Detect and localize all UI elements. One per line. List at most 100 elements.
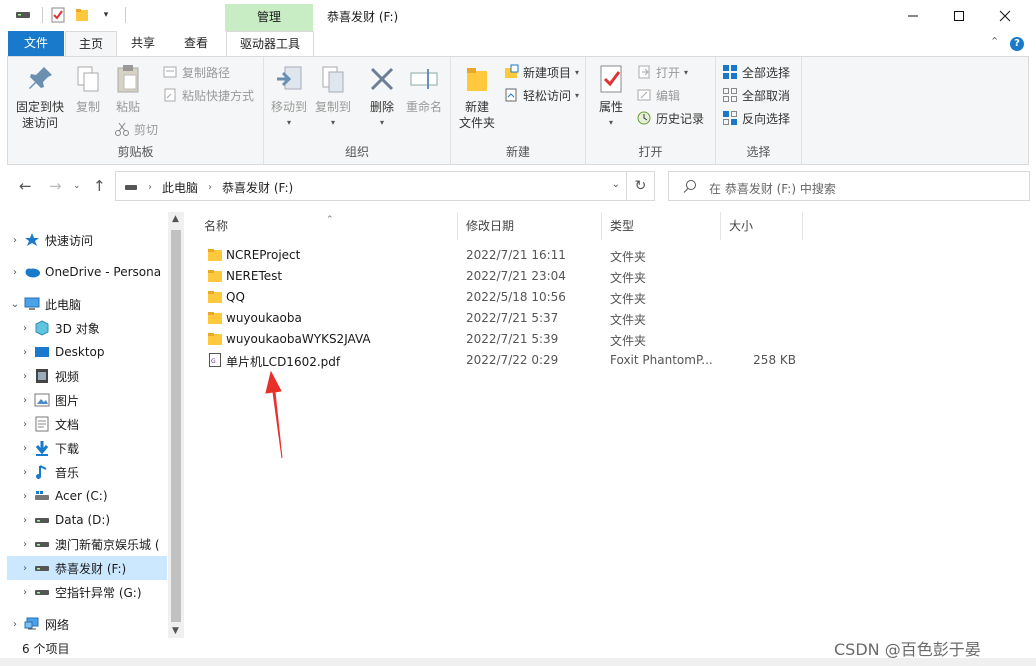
column-header-name[interactable]: ⌃ 名称 [196, 212, 458, 240]
chevron-right-icon[interactable]: › [148, 182, 152, 193]
delete-button[interactable]: 删除 ▾ [364, 63, 400, 131]
copy-path-button[interactable]: 复制路径 [162, 61, 230, 83]
drive-icon[interactable] [14, 6, 32, 24]
folder-icon [208, 333, 222, 345]
recent-locations-icon[interactable]: ⌄ [73, 181, 81, 191]
customize-dropdown-icon[interactable]: ▾ [97, 6, 115, 24]
file-row[interactable]: wuyoukaoba 2022/7/21 5:37 文件夹 [204, 308, 804, 329]
expand-chevron-icon[interactable]: › [17, 563, 33, 574]
scroll-up-icon[interactable]: ▲ [172, 214, 179, 224]
chevron-right-icon[interactable]: › [208, 182, 212, 193]
nav-label: 音乐 [55, 465, 80, 480]
edit-button[interactable]: 编辑 [636, 84, 680, 106]
search-box[interactable]: 在 恭喜发财 (F:) 中搜索 [668, 171, 1030, 201]
paste-shortcut-button[interactable]: 粘贴快捷方式 [162, 84, 254, 106]
refresh-button[interactable]: ↻ [627, 171, 655, 201]
select-all-button[interactable]: 全部选择 [722, 61, 790, 83]
nav-item-music[interactable]: › 音乐 [7, 460, 167, 484]
properties-check-icon[interactable] [49, 6, 67, 24]
scrollbar-thumb[interactable] [171, 230, 181, 622]
tab-share[interactable]: 共享 [118, 31, 168, 56]
collapse-chevron-icon[interactable]: ⌄ [7, 299, 23, 310]
invert-selection-button[interactable]: 反向选择 [722, 107, 790, 129]
nav-item-drive-d[interactable]: › Data (D:) [7, 508, 167, 532]
forward-arrow-icon[interactable]: → [49, 177, 62, 195]
select-none-button[interactable]: 全部取消 [722, 84, 790, 106]
nav-item-drive-e[interactable]: › 澳门新葡京娱乐城 ( [7, 532, 167, 556]
expand-chevron-icon[interactable]: › [7, 267, 23, 278]
cut-button[interactable]: 剪切 [114, 118, 158, 140]
file-row[interactable]: G 单片机LCD1602.pdf 2022/7/22 0:29 Foxit Ph… [204, 350, 804, 371]
expand-chevron-icon[interactable]: › [17, 323, 33, 334]
expand-chevron-icon[interactable]: › [17, 539, 33, 550]
new-folder-icon[interactable] [73, 6, 91, 24]
history-button[interactable]: 历史记录 [636, 107, 704, 129]
collapse-ribbon-icon[interactable]: ⌃ [990, 35, 999, 48]
address-dropdown-icon[interactable]: ⌄ [612, 179, 620, 190]
maximize-button[interactable] [936, 0, 982, 31]
up-arrow-icon[interactable]: ↑ [93, 177, 106, 195]
open-icon [636, 64, 652, 80]
toolbar-divider [42, 7, 43, 23]
tab-drive-tools[interactable]: 驱动器工具 [226, 31, 314, 56]
column-header-type[interactable]: 类型 [602, 212, 721, 240]
scroll-down-icon[interactable]: ▼ [172, 626, 179, 636]
nav-item-documents[interactable]: › 文档 [7, 412, 167, 436]
breadcrumb-this-pc[interactable]: 此电脑 [162, 179, 198, 196]
window-title: 恭喜发财 (F:) [327, 10, 399, 24]
tab-home[interactable]: 主页 [65, 31, 117, 57]
new-folder-button[interactable]: 新建 文件夹 [455, 63, 499, 131]
expand-chevron-icon[interactable]: › [17, 395, 33, 406]
nav-item-network[interactable]: › 网络 [7, 612, 167, 636]
close-button[interactable] [982, 0, 1028, 31]
pin-quick-access-button[interactable]: 固定到快 速访问 [12, 63, 68, 131]
nav-item-drive-f[interactable]: › 恭喜发财 (F:) [7, 556, 167, 580]
nav-item-pictures[interactable]: › 图片 [7, 388, 167, 412]
open-button[interactable]: 打开 ▾ [636, 61, 688, 83]
file-row[interactable]: QQ 2022/5/18 10:56 文件夹 [204, 287, 804, 308]
easy-access-icon [503, 87, 519, 103]
help-icon[interactable]: ? [1010, 37, 1024, 51]
expand-chevron-icon[interactable]: › [7, 235, 23, 246]
tab-file[interactable]: 文件 [8, 31, 64, 56]
expand-chevron-icon[interactable]: › [17, 467, 33, 478]
move-to-button[interactable]: 移动到 ▾ [268, 63, 310, 131]
nav-item-3d-objects[interactable]: › 3D 对象 [7, 316, 167, 340]
context-tab-manage[interactable]: 管理 [225, 4, 313, 31]
paste-button[interactable]: 粘贴 [110, 63, 146, 115]
nav-item-downloads[interactable]: › 下载 [7, 436, 167, 460]
file-row[interactable]: NERETest 2022/7/21 23:04 文件夹 [204, 266, 804, 287]
expand-chevron-icon[interactable]: › [17, 515, 33, 526]
easy-access-button[interactable]: 轻松访问 ▾ [503, 84, 579, 106]
nav-item-desktop[interactable]: › Desktop [7, 340, 167, 364]
nav-item-drive-c[interactable]: › Acer (C:) [7, 484, 167, 508]
column-header-modified[interactable]: 修改日期 [458, 212, 602, 240]
address-bar[interactable]: › 此电脑 › 恭喜发财 (F:) ⌄ [115, 171, 627, 201]
rename-button[interactable]: 重命名 [402, 63, 446, 115]
nav-item-quick-access[interactable]: › 快速访问 [7, 228, 167, 252]
nav-item-videos[interactable]: › 视频 [7, 364, 167, 388]
copy-button[interactable]: 复制 [70, 63, 106, 115]
file-modified: 2022/7/21 5:37 [466, 311, 559, 325]
new-item-button[interactable]: 新建项目 ▾ [503, 61, 579, 83]
expand-chevron-icon[interactable]: › [17, 491, 33, 502]
properties-button[interactable]: 属性 ▾ [592, 63, 630, 131]
tab-view[interactable]: 查看 [170, 31, 222, 56]
expand-chevron-icon[interactable]: › [17, 419, 33, 430]
expand-chevron-icon[interactable]: › [17, 443, 33, 454]
nav-item-this-pc[interactable]: ⌄ 此电脑 [7, 292, 167, 316]
expand-chevron-icon[interactable]: › [17, 371, 33, 382]
expand-chevron-icon[interactable]: › [17, 587, 33, 598]
expand-chevron-icon[interactable]: › [7, 619, 23, 630]
breadcrumb-current-drive[interactable]: 恭喜发财 (F:) [222, 179, 293, 196]
file-row[interactable]: wuyoukaobaWYKS2JAVA 2022/7/21 5:39 文件夹 [204, 329, 804, 350]
nav-pane-scrollbar[interactable]: ▲ ▼ [168, 212, 184, 638]
expand-chevron-icon[interactable]: › [17, 347, 33, 358]
nav-item-onedrive[interactable]: › OneDrive - Persona [7, 260, 169, 284]
minimize-button[interactable] [890, 0, 936, 31]
copy-to-button[interactable]: 复制到 ▾ [312, 63, 354, 131]
column-header-size[interactable]: 大小 [721, 212, 803, 240]
nav-item-drive-g[interactable]: › 空指针异常 (G:) [7, 580, 167, 604]
file-row[interactable]: NCREProject 2022/7/21 16:11 文件夹 [204, 245, 804, 266]
back-arrow-icon[interactable]: ← [19, 177, 32, 195]
